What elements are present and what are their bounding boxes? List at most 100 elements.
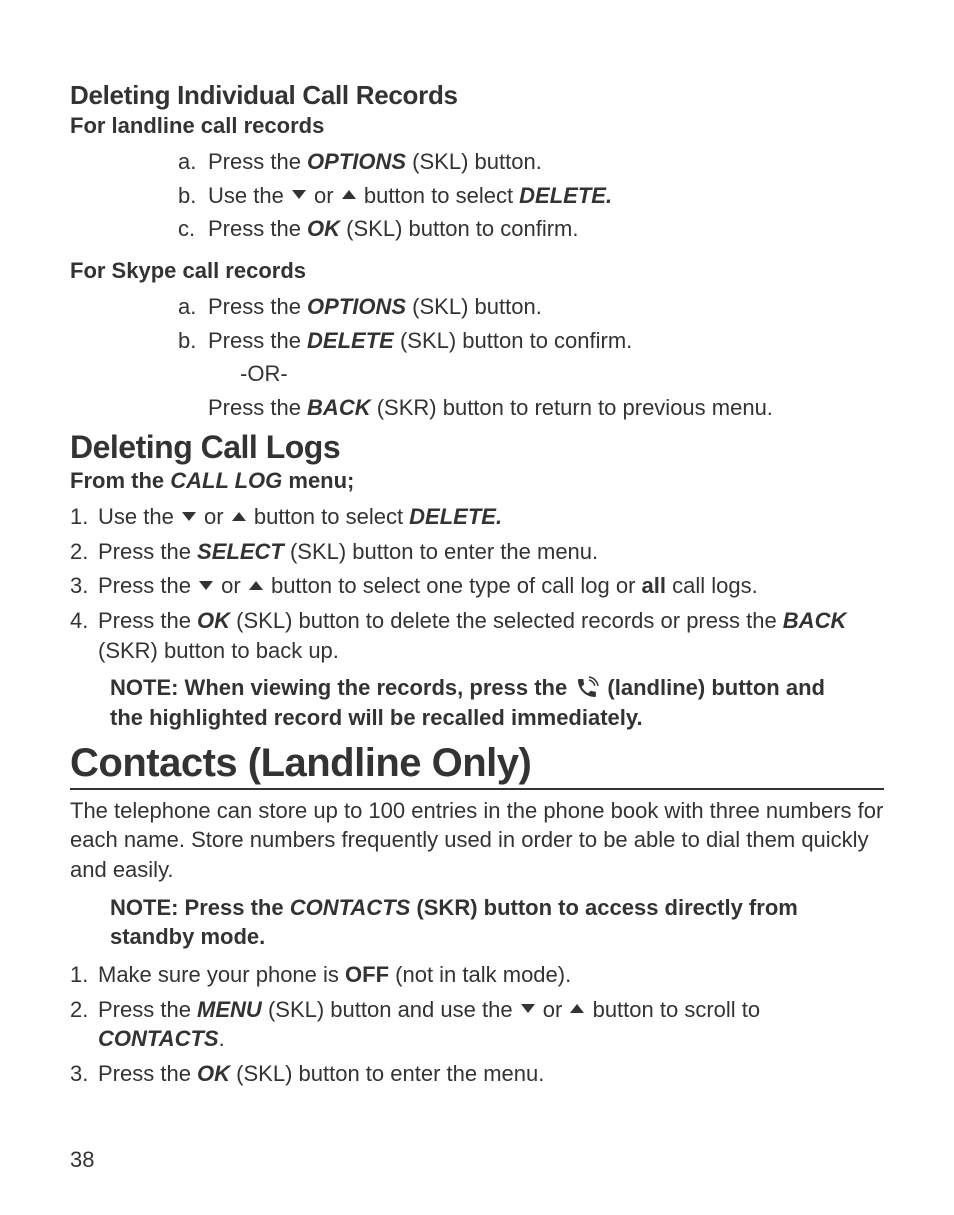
step-num: 3. (70, 573, 92, 599)
text: button to scroll to (586, 997, 760, 1022)
text: Use the (208, 183, 290, 208)
subheading-from-menu: From the CALL LOG menu; (70, 468, 884, 494)
keyword: DELETE. (519, 183, 612, 208)
heading-deleting-logs: Deleting Call Logs (70, 429, 884, 466)
text: button to select (358, 183, 519, 208)
text: (SKR) button to return to previous menu. (371, 395, 773, 420)
or-text: -OR- (70, 359, 884, 389)
step-text: Press the OK (SKL) button to enter the m… (98, 1059, 554, 1089)
step-text: Use the or button to select DELETE. (208, 181, 612, 211)
text: (SKR) button to back up. (98, 638, 339, 663)
subheading-landline: For landline call records (70, 113, 884, 139)
up-arrow-icon (249, 581, 263, 590)
text: (SKL) button and use the (262, 997, 519, 1022)
step-text: Make sure your phone is OFF (not in talk… (98, 960, 581, 990)
contacts-para: The telephone can store up to 100 entrie… (70, 796, 884, 885)
heading-contacts: Contacts (Landline Only) (70, 741, 884, 790)
step-a: a. Press the OPTIONS (SKL) button. (70, 292, 884, 322)
text: From the (70, 468, 170, 493)
heading-deleting-individual: Deleting Individual Call Records (70, 80, 884, 111)
text: NOTE: Press the (110, 895, 290, 920)
down-arrow-icon (521, 1004, 535, 1013)
text: menu; (282, 468, 354, 493)
step-text: Press the OK (SKL) button to confirm. (208, 214, 578, 244)
up-arrow-icon (570, 1004, 584, 1013)
keyword: BACK (307, 395, 371, 420)
step-text: Press the or button to select one type o… (98, 571, 768, 601)
landline-phone-icon (575, 676, 599, 700)
step-letter: a. (178, 149, 198, 175)
text: Press the (208, 328, 307, 353)
text: Press the (98, 573, 197, 598)
down-arrow-icon (292, 190, 306, 199)
step-letter: b. (178, 183, 198, 209)
keyword: OK (307, 216, 340, 241)
keyword: OPTIONS (307, 149, 406, 174)
keyword: CONTACTS (98, 1026, 219, 1051)
up-arrow-icon (342, 190, 356, 199)
keyword: MENU (197, 997, 262, 1022)
step-2: 2. Press the MENU (SKL) button and use t… (70, 995, 884, 1054)
step-b: b. Use the or button to select DELETE. (70, 181, 884, 211)
step-3: 3. Press the OK (SKL) button to enter th… (70, 1059, 884, 1089)
text: or (308, 183, 340, 208)
contacts-steps: 1. Make sure your phone is OFF (not in t… (70, 960, 884, 1089)
text: (SKL) button to enter the menu. (284, 539, 598, 564)
text: Use the (98, 504, 180, 529)
text: Press the (98, 997, 197, 1022)
note-recall: NOTE: When viewing the records, press th… (70, 673, 884, 732)
landline-steps: a. Press the OPTIONS (SKL) button. b. Us… (70, 147, 884, 244)
keyword: all (642, 573, 666, 598)
text: Press the (208, 395, 307, 420)
step-text: Press the DELETE (SKL) button to confirm… (208, 326, 632, 356)
step-num: 1. (70, 504, 92, 530)
step-1: 1. Use the or button to select DELETE. (70, 502, 884, 532)
text: Make sure your phone is (98, 962, 345, 987)
keyword: CALL LOG (170, 468, 282, 493)
step-num: 2. (70, 997, 92, 1023)
step-num: 3. (70, 1061, 92, 1087)
text: (SKL) button to confirm. (340, 216, 578, 241)
keyword: SELECT (197, 539, 284, 564)
keyword: OPTIONS (307, 294, 406, 319)
text: Press the (208, 294, 307, 319)
text: (not in talk mode). (389, 962, 571, 987)
text: (SKL) button. (406, 149, 542, 174)
step-4: 4. Press the OK (SKL) button to delete t… (70, 606, 884, 665)
keyword: BACK (783, 608, 847, 633)
keyword: OK (197, 608, 230, 633)
keyword: DELETE. (409, 504, 502, 529)
subheading-skype: For Skype call records (70, 258, 884, 284)
text: Press the (98, 1061, 197, 1086)
step-text: Press the OK (SKL) button to delete the … (98, 606, 884, 665)
step-text: Press the OPTIONS (SKL) button. (208, 292, 542, 322)
text: or (215, 573, 247, 598)
text: Press the (98, 608, 197, 633)
step-1: 1. Make sure your phone is OFF (not in t… (70, 960, 884, 990)
text: NOTE: When viewing the records, press th… (110, 675, 573, 700)
text: button to select one type of call log or (265, 573, 642, 598)
keyword: OK (197, 1061, 230, 1086)
up-arrow-icon (232, 512, 246, 521)
down-arrow-icon (199, 581, 213, 590)
text: (SKL) button to enter the menu. (230, 1061, 544, 1086)
step-num: 2. (70, 539, 92, 565)
step-text: Press the MENU (SKL) button and use the … (98, 995, 884, 1054)
step-num: 1. (70, 962, 92, 988)
step-text: Press the SELECT (SKL) button to enter t… (98, 537, 608, 567)
text: or (537, 997, 569, 1022)
text: button to select (248, 504, 409, 529)
page-number: 38 (70, 1147, 94, 1173)
text: (SKL) button to delete the selected reco… (230, 608, 783, 633)
down-arrow-icon (182, 512, 196, 521)
text: Press the (98, 539, 197, 564)
step-text: Press the OPTIONS (SKL) button. (208, 147, 542, 177)
text: (SKL) button. (406, 294, 542, 319)
deleting-logs-steps: 1. Use the or button to select DELETE. 2… (70, 502, 884, 665)
back-text: Press the BACK (SKR) button to return to… (70, 393, 884, 423)
step-num: 4. (70, 608, 92, 634)
text: (SKL) button to confirm. (394, 328, 632, 353)
step-b: b. Press the DELETE (SKL) button to conf… (70, 326, 884, 356)
step-text: Use the or button to select DELETE. (98, 502, 512, 532)
text: or (198, 504, 230, 529)
